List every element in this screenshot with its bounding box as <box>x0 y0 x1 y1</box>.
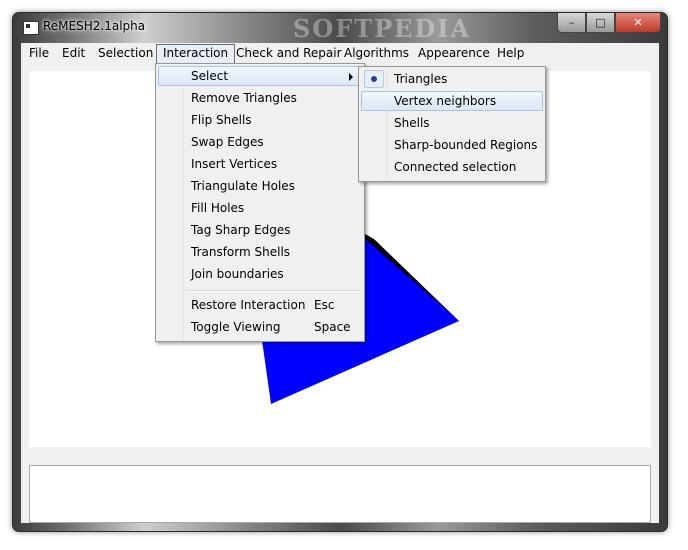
console-output[interactable] <box>29 465 651 523</box>
menu-item-label: Shells <box>394 116 430 130</box>
menu-item-tag-sharp-edges[interactable]: Tag Sharp Edges <box>158 220 362 240</box>
menu-item-join-boundaries[interactable]: Join boundaries <box>158 264 362 284</box>
menu-item-label: Sharp-bounded Regions <box>394 138 538 152</box>
menu-bar: File Edit Selection Interaction Check an… <box>21 43 659 64</box>
menu-item-restore-interaction[interactable]: Restore Interaction Esc <box>158 295 362 315</box>
menu-separator <box>186 290 360 292</box>
menu-item-label: Swap Edges <box>191 135 264 149</box>
menu-item-label: Transform Shells <box>191 245 291 259</box>
menu-appearence[interactable]: Appearence <box>412 44 496 62</box>
menu-item-label: Triangles <box>394 72 448 86</box>
submenu-item-sharp-bounded-regions[interactable]: Sharp-bounded Regions <box>361 135 543 155</box>
submenu-item-triangles[interactable]: Triangles <box>361 69 543 89</box>
submenu-item-shells[interactable]: Shells <box>361 113 543 133</box>
interaction-menu: Select Remove Triangles Flip Shells Swap… <box>155 63 365 342</box>
softpedia-watermark-logo: SOFTPEDIA <box>293 14 472 43</box>
menu-item-shortcut: Esc <box>314 298 335 312</box>
menu-item-label: Restore Interaction <box>191 298 306 312</box>
window-controls: – □ ✕ <box>557 13 661 33</box>
menu-item-label: Vertex neighbors <box>394 94 497 108</box>
menu-item-toggle-viewing[interactable]: Toggle Viewing Space <box>158 317 362 337</box>
menu-edit[interactable]: Edit <box>56 44 91 62</box>
close-button[interactable]: ✕ <box>615 13 661 33</box>
menu-item-label: Triangulate Holes <box>191 179 295 193</box>
menu-item-label: Connected selection <box>394 160 517 174</box>
menu-algorithms[interactable]: Algorithms <box>338 44 415 62</box>
menu-item-label: Fill Holes <box>191 201 245 215</box>
submenu-item-connected-selection[interactable]: Connected selection <box>361 157 543 177</box>
maximize-button[interactable]: □ <box>586 13 615 33</box>
submenu-arrow-icon <box>349 73 353 81</box>
window-title: ReMESH2.1alpha <box>43 19 146 33</box>
menu-item-flip-shells[interactable]: Flip Shells <box>158 110 362 130</box>
menu-item-transform-shells[interactable]: Transform Shells <box>158 242 362 262</box>
menu-item-label: Toggle Viewing <box>191 320 281 334</box>
radio-checked-icon <box>364 70 384 88</box>
menu-item-shortcut: Space <box>314 320 351 334</box>
submenu-item-vertex-neighbors[interactable]: Vertex neighbors <box>361 91 543 111</box>
menu-check-and-repair[interactable]: Check and Repair <box>230 44 348 62</box>
minimize-button[interactable]: – <box>557 13 586 33</box>
select-submenu: Triangles Vertex neighbors Shells Sharp-… <box>358 66 546 182</box>
menu-item-label: Tag Sharp Edges <box>191 223 291 237</box>
menu-item-fill-holes[interactable]: Fill Holes <box>158 198 362 218</box>
menu-interaction[interactable]: Interaction <box>156 44 236 64</box>
menu-selection[interactable]: Selection <box>92 44 159 62</box>
menu-item-select[interactable]: Select <box>158 66 362 86</box>
app-icon[interactable] <box>23 21 39 35</box>
title-bar[interactable]: ReMESH2.1alpha SOFTPEDIA – □ ✕ <box>13 13 667 43</box>
menu-item-label: Select <box>191 69 229 83</box>
menu-item-insert-vertices[interactable]: Insert Vertices <box>158 154 362 174</box>
menu-item-label: Remove Triangles <box>191 91 297 105</box>
menu-file[interactable]: File <box>23 44 55 62</box>
menu-item-triangulate-holes[interactable]: Triangulate Holes <box>158 176 362 196</box>
menu-item-label: Flip Shells <box>191 113 252 127</box>
menu-help[interactable]: Help <box>491 44 530 62</box>
menu-item-swap-edges[interactable]: Swap Edges <box>158 132 362 152</box>
menu-item-label: Join boundaries <box>191 267 284 281</box>
menu-item-remove-triangles[interactable]: Remove Triangles <box>158 88 362 108</box>
menu-item-label: Insert Vertices <box>191 157 278 171</box>
